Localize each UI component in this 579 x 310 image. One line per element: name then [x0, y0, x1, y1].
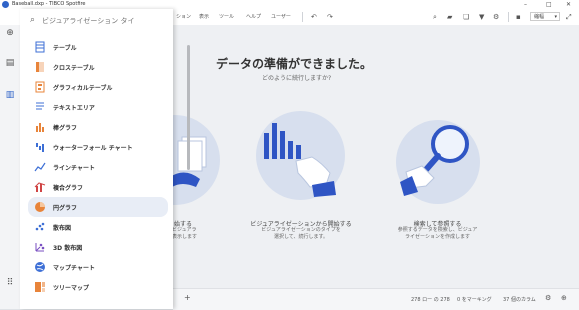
marking-count: 0 をマーキング	[457, 297, 492, 303]
menu-view[interactable]: 表示	[199, 13, 209, 20]
viz-item-label: テーブル	[53, 45, 77, 52]
column-count: 37 個のカラム	[503, 297, 536, 303]
data-files-icon[interactable]: ▤	[4, 58, 16, 68]
viz-item-map-chart[interactable]: マップチャート	[28, 257, 168, 277]
search-icon[interactable]: ⌕	[433, 13, 437, 21]
table-icon	[34, 41, 46, 53]
viz-item-label: マップチャート	[53, 265, 95, 272]
filter-icon[interactable]: ▼	[479, 13, 484, 21]
comment-icon[interactable]: ▰	[447, 13, 452, 21]
settings-icon[interactable]: ⚙	[493, 13, 499, 21]
bar-chart-icon	[34, 121, 46, 133]
close-button[interactable]: ✕	[566, 0, 571, 9]
start-from-visualization-illustration[interactable]	[256, 111, 345, 200]
expand-icon[interactable]: ⤢	[566, 13, 572, 21]
viz-item-text-area[interactable]: テキストエリア	[28, 97, 168, 117]
window-title: Baseball.dxp - TIBCO Spotfire	[12, 1, 86, 7]
delete-icon[interactable]: ▪	[516, 13, 521, 21]
cross-table-icon	[34, 61, 46, 73]
card-desc-data: ビジュアラ 表示します	[172, 227, 198, 240]
redo-icon[interactable]: ↷	[327, 13, 333, 21]
zoom-value: 縮幅	[534, 14, 545, 20]
viz-item-3d-scatter-plot[interactable]: 3D 散布図	[28, 237, 168, 257]
viz-item-label: 散布図	[53, 225, 72, 232]
card-desc-visualization: ビジュアライゼーションのタイプを 選択して、続行します。	[261, 227, 341, 240]
viz-item-label: クロステーブル	[53, 65, 95, 72]
graphical-table-icon	[34, 81, 46, 93]
viz-item-cross-table[interactable]: クロステーブル	[28, 57, 168, 77]
add-circle-icon[interactable]: ⊕	[4, 28, 16, 38]
text-area-icon	[34, 101, 46, 113]
viz-item-label: 複合グラフ	[53, 185, 84, 192]
visualization-picker-panel: ⌕ テーブルクロステーブルグラフィカルテーブルテキストエリア棒グラフウォーターフ…	[20, 9, 190, 309]
viz-item-label: テキストエリア	[53, 105, 95, 112]
toolbar-divider	[508, 12, 509, 22]
line-chart-icon	[34, 161, 46, 173]
menu-tools[interactable]: ツール	[219, 13, 234, 20]
viz-item-bar-chart[interactable]: 棒グラフ	[28, 117, 168, 137]
search-box: ⌕	[28, 14, 168, 28]
row-count: 278 ロー の 278	[411, 297, 450, 303]
3d-scatter-plot-icon	[34, 241, 46, 253]
maximize-button[interactable]: □	[546, 0, 552, 9]
viz-item-scatter-plot[interactable]: 散布図	[28, 217, 168, 237]
visualization-search-input[interactable]	[42, 15, 167, 26]
viz-item-table[interactable]: テーブル	[28, 37, 168, 57]
undo-icon[interactable]: ↶	[311, 13, 317, 21]
viz-item-label: ウォーターフォール チャート	[53, 145, 133, 152]
scatter-plot-icon	[34, 221, 46, 233]
spotfire-logo-icon	[2, 1, 9, 8]
menu-help[interactable]: ヘルプ	[246, 13, 261, 20]
settings-icon[interactable]: ⚙	[545, 294, 551, 302]
viz-item-label: 棒グラフ	[53, 125, 78, 132]
page-subtitle: どのように続行しますか?	[262, 75, 332, 82]
pie-chart-icon	[34, 201, 46, 213]
visualization-icon[interactable]: ▥	[4, 90, 16, 100]
viz-item-label: 円グラフ	[53, 205, 78, 212]
visualization-list: テーブルクロステーブルグラフィカルテーブル テキストエリア 棒グラフウォーターフォー…	[28, 37, 168, 297]
viz-item-combination-chart[interactable]: 複合グラフ	[28, 177, 168, 197]
add-page-button[interactable]: +	[184, 293, 191, 302]
viz-item-treemap[interactable]: ツリーマップ	[28, 277, 168, 297]
viz-item-graphical-table[interactable]: グラフィカルテーブル	[28, 77, 168, 97]
data-canvas-icon[interactable]: ⠿	[4, 278, 16, 288]
zoom-select[interactable]: 縮幅 ▾	[530, 12, 560, 21]
status-bar: + 278 ロー の 278 0 をマーキング 37 個のカラム ⚙ ⊕	[173, 288, 579, 310]
viz-item-label: ラインチャート	[53, 165, 95, 172]
page-title: データの準備ができました。	[216, 57, 373, 71]
card-desc-search: 参照するデータを検索し、ビジュア ライゼーションを作成します	[397, 227, 478, 240]
search-and-browse-illustration[interactable]	[396, 120, 480, 204]
map-chart-icon	[34, 261, 46, 273]
toolbar-divider	[302, 12, 303, 22]
minimize-button[interactable]: –	[524, 0, 527, 9]
viz-item-label: ツリーマップ	[53, 285, 90, 292]
menu-visualization[interactable]: ション	[176, 13, 191, 20]
viz-item-line-chart[interactable]: ラインチャート	[28, 157, 168, 177]
magnifier-hand-icon	[400, 125, 469, 196]
viz-item-waterfall-chart[interactable]: ウォーターフォール チャート	[28, 137, 168, 157]
viz-item-label: グラフィカルテーブル	[53, 85, 113, 92]
bookmark-icon[interactable]: ❏	[463, 13, 469, 21]
globe-icon[interactable]: ⊕	[561, 294, 567, 302]
viz-item-label: 3D 散布図	[53, 245, 83, 252]
viz-item-pie-chart[interactable]: 円グラフ	[28, 197, 168, 217]
waterfall-chart-icon	[34, 141, 46, 153]
treemap-icon	[34, 281, 46, 293]
chevron-down-icon: ▾	[554, 14, 557, 20]
left-rail: ⊕ ▤ ▥ ⠿	[0, 25, 21, 309]
bar-chart-hand-icon	[264, 123, 336, 197]
scrollbar[interactable]	[187, 45, 190, 170]
search-icon: ⌕	[30, 15, 36, 25]
combination-chart-icon	[34, 181, 46, 193]
menu-user[interactable]: ユーザー	[271, 13, 291, 20]
